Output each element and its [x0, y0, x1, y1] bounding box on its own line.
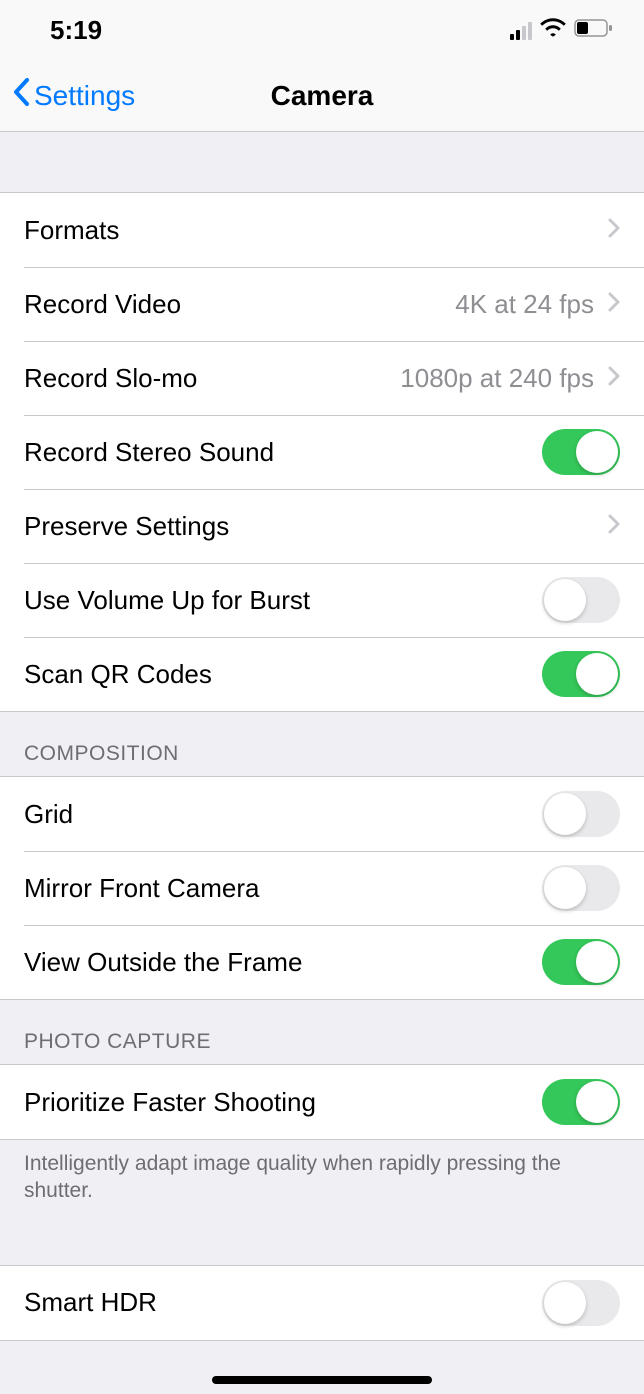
cell-label: Smart HDR	[24, 1287, 157, 1318]
chevron-right-icon	[608, 366, 620, 391]
cell-right	[542, 865, 620, 911]
toggle-knob	[576, 431, 618, 473]
nav-bar: Settings Camera	[0, 60, 644, 132]
cell-right	[542, 939, 620, 985]
chevron-right-icon	[608, 514, 620, 539]
home-indicator[interactable]	[212, 1376, 432, 1384]
cell-formats[interactable]: Formats	[0, 193, 644, 267]
toggle-use-volume-up-for-burst[interactable]	[542, 577, 620, 623]
cell-label: View Outside the Frame	[24, 947, 302, 978]
cell-right	[542, 577, 620, 623]
chevron-left-icon	[12, 77, 30, 114]
cell-label: Grid	[24, 799, 73, 830]
toggle-knob	[544, 867, 586, 909]
cell-right	[608, 218, 620, 243]
toggle-mirror-front-camera[interactable]	[542, 865, 620, 911]
cell-label: Record Video	[24, 289, 181, 320]
cell-right: 4K at 24 fps	[455, 289, 620, 320]
cell-scan-qr-codes[interactable]: Scan QR Codes	[0, 637, 644, 711]
section-gap	[0, 132, 644, 192]
toggle-view-outside-the-frame[interactable]	[542, 939, 620, 985]
cell-group: Grid Mirror Front Camera View Outside the …	[0, 776, 644, 1000]
cell-mirror-front-camera[interactable]: Mirror Front Camera	[0, 851, 644, 925]
settings-content: Formats Record Video 4K at 24 fps Record Sl…	[0, 132, 644, 1341]
cell-right	[542, 1079, 620, 1125]
toggle-smart-hdr[interactable]	[542, 1280, 620, 1326]
section-header: PHOTO CAPTURE	[0, 1000, 644, 1064]
cell-right	[542, 429, 620, 475]
status-time: 5:19	[50, 15, 102, 46]
toggle-knob	[576, 941, 618, 983]
toggle-record-stereo-sound[interactable]	[542, 429, 620, 475]
cell-group: Prioritize Faster Shooting	[0, 1064, 644, 1140]
section-footer: Intelligently adapt image quality when r…	[0, 1140, 644, 1225]
cell-label: Record Slo-mo	[24, 363, 197, 394]
cell-label: Mirror Front Camera	[24, 873, 259, 904]
cell-prioritize-faster-shooting[interactable]: Prioritize Faster Shooting	[0, 1065, 644, 1139]
toggle-knob	[576, 653, 618, 695]
cell-right	[608, 514, 620, 539]
toggle-knob	[576, 1081, 618, 1123]
section-header: COMPOSITION	[0, 712, 644, 776]
back-label: Settings	[34, 80, 135, 112]
cell-right: 1080p at 240 fps	[400, 363, 620, 394]
cell-detail: 4K at 24 fps	[455, 289, 594, 320]
status-bar: 5:19	[0, 0, 644, 60]
section-gap	[0, 1225, 644, 1265]
toggle-grid[interactable]	[542, 791, 620, 837]
page-title: Camera	[271, 80, 374, 112]
chevron-right-icon	[608, 218, 620, 243]
cell-smart-hdr[interactable]: Smart HDR	[0, 1266, 644, 1340]
toggle-knob	[544, 793, 586, 835]
status-right	[510, 18, 614, 43]
cell-record-video[interactable]: Record Video 4K at 24 fps	[0, 267, 644, 341]
toggle-scan-qr-codes[interactable]	[542, 651, 620, 697]
cell-label: Preserve Settings	[24, 511, 229, 542]
cell-right	[542, 651, 620, 697]
cell-group: Smart HDR	[0, 1265, 644, 1341]
cell-record-slo-mo[interactable]: Record Slo-mo 1080p at 240 fps	[0, 341, 644, 415]
battery-icon	[574, 19, 614, 42]
cell-use-volume-up-for-burst[interactable]: Use Volume Up for Burst	[0, 563, 644, 637]
cell-group: Formats Record Video 4K at 24 fps Record Sl…	[0, 192, 644, 712]
chevron-right-icon	[608, 292, 620, 317]
cell-label: Formats	[24, 215, 119, 246]
cell-label: Record Stereo Sound	[24, 437, 274, 468]
cell-preserve-settings[interactable]: Preserve Settings	[0, 489, 644, 563]
toggle-prioritize-faster-shooting[interactable]	[542, 1079, 620, 1125]
cell-right	[542, 791, 620, 837]
cell-right	[542, 1280, 620, 1326]
wifi-icon	[540, 18, 566, 43]
cell-label: Use Volume Up for Burst	[24, 585, 310, 616]
cell-view-outside-the-frame[interactable]: View Outside the Frame	[0, 925, 644, 999]
toggle-knob	[544, 1282, 586, 1324]
cell-record-stereo-sound[interactable]: Record Stereo Sound	[0, 415, 644, 489]
cell-label: Scan QR Codes	[24, 659, 212, 690]
cell-label: Prioritize Faster Shooting	[24, 1087, 316, 1118]
back-button[interactable]: Settings	[12, 77, 135, 114]
cell-grid[interactable]: Grid	[0, 777, 644, 851]
toggle-knob	[544, 579, 586, 621]
cell-detail: 1080p at 240 fps	[400, 363, 594, 394]
cellular-signal-icon	[510, 20, 532, 40]
